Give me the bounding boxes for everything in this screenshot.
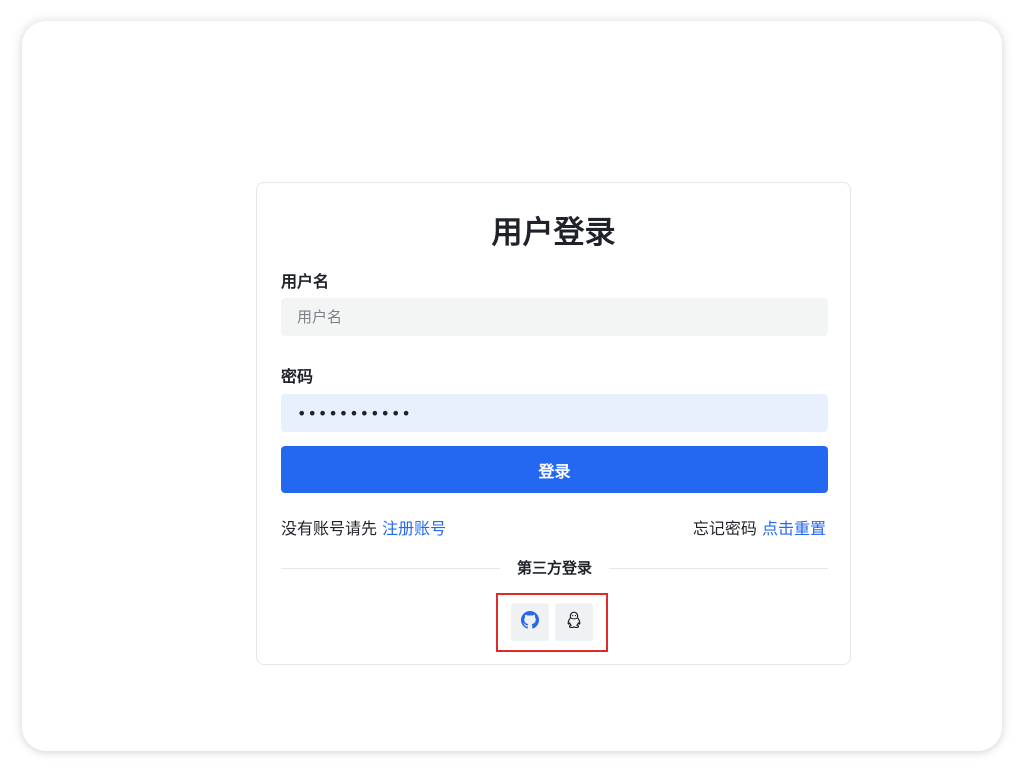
register-row: 没有账号请先 注册账号: [281, 519, 446, 539]
password-input[interactable]: [281, 394, 828, 432]
forgot-password-row: 忘记密码 点击重置: [693, 519, 826, 539]
username-label: 用户名: [281, 272, 330, 291]
forgot-password-prompt: 忘记密码: [692, 519, 757, 538]
github-icon: [521, 611, 539, 633]
login-button[interactable]: 登录: [281, 446, 828, 493]
qq-login-button[interactable]: [555, 603, 593, 641]
third-party-divider: 第三方登录: [281, 558, 828, 578]
qq-penguin-icon: [566, 611, 582, 633]
register-prompt: 没有账号请先: [281, 519, 378, 538]
username-input[interactable]: [281, 298, 828, 336]
third-party-login-group: [496, 593, 608, 652]
github-login-button[interactable]: [511, 603, 549, 641]
login-card: 用户登录 用户名 密码 登录 没有账号请先 注册账号 忘记密码 点击重置 第三方…: [256, 182, 851, 665]
page-title: 用户登录: [491, 215, 616, 251]
app-window: 用户登录 用户名 密码 登录 没有账号请先 注册账号 忘记密码 点击重置 第三方…: [22, 21, 1002, 751]
register-link[interactable]: 注册账号: [382, 519, 446, 538]
third-party-label: 第三方登录: [516, 559, 592, 577]
password-label: 密码: [281, 367, 314, 386]
reset-password-link[interactable]: 点击重置: [762, 519, 826, 538]
